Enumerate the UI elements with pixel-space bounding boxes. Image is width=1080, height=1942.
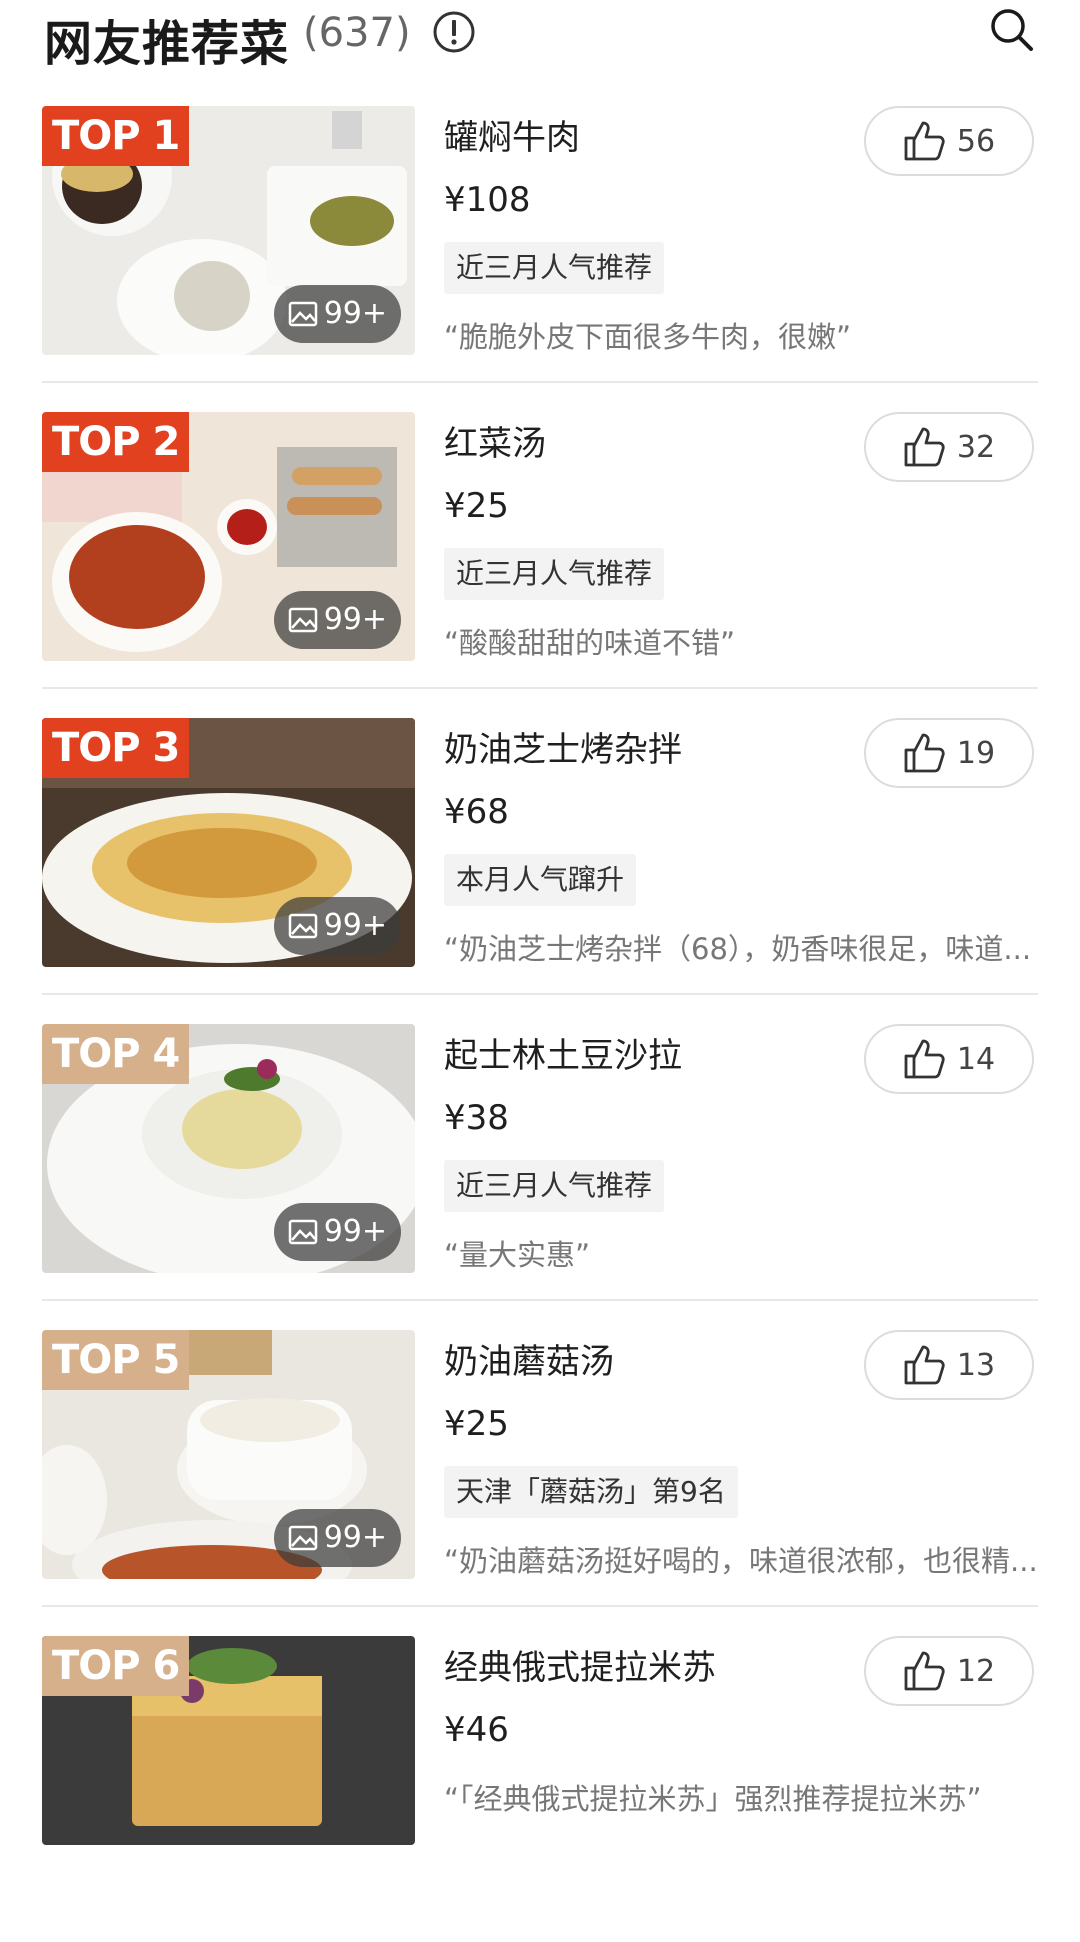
like-button[interactable]: 32 (864, 412, 1034, 482)
dish-review-quote: “奶油蘑菇汤挺好喝的，味道很浓郁，也很精... (444, 1544, 1038, 1578)
image-icon (288, 607, 317, 633)
dish-item[interactable]: TOP 4 99+ 起士林土豆沙拉 ¥38 近三月人气推荐 “量大实惠” 14 (0, 1024, 1080, 1330)
dish-price: ¥68 (444, 792, 509, 832)
like-button[interactable]: 13 (864, 1330, 1034, 1400)
dish-item[interactable]: TOP 2 99+ 红菜汤 ¥25 近三月人气推荐 “酸酸甜甜的味道不错” 32 (0, 412, 1080, 718)
photo-count: 99+ (323, 908, 387, 943)
photo-count-badge: 99+ (273, 1509, 401, 1567)
rank-badge: TOP 4 (42, 1024, 190, 1084)
thumbs-up-icon (904, 427, 945, 467)
dish-photo[interactable]: TOP 3 99+ (42, 718, 415, 967)
dish-name: 红菜汤 (444, 424, 546, 464)
like-count: 13 (956, 1347, 996, 1383)
dish-name: 奶油蘑菇汤 (444, 1342, 614, 1382)
photo-count-badge: 99+ (273, 591, 401, 649)
dish-photo[interactable]: TOP 4 99+ (42, 1024, 415, 1273)
thumbs-up-icon (904, 121, 945, 161)
search-icon[interactable] (988, 6, 1036, 54)
rank-badge: TOP 3 (42, 718, 190, 778)
dish-item[interactable]: TOP 5 99+ 奶油蘑菇汤 ¥25 天津「蘑菇汤」第9名 “奶油蘑菇汤挺好喝… (0, 1330, 1080, 1636)
like-button[interactable]: 12 (864, 1636, 1034, 1706)
image-icon (288, 913, 317, 939)
dish-review-quote: “量大实惠” (444, 1238, 591, 1272)
dish-review-quote: “奶油芝士烤杂拌（68），奶香味很足，味道... (444, 932, 1032, 966)
like-count: 32 (956, 429, 996, 465)
photo-count: 99+ (323, 1214, 387, 1249)
dish-photo[interactable]: TOP 5 99+ (42, 1330, 415, 1579)
like-button[interactable]: 14 (864, 1024, 1034, 1094)
thumbs-up-icon (904, 1039, 945, 1079)
info-icon[interactable] (432, 10, 476, 54)
image-icon (288, 1525, 317, 1551)
dish-item[interactable]: TOP 1 99+ 罐焖牛肉 ¥108 近三月人气推荐 “脆脆外皮下面很多牛肉，… (0, 106, 1080, 412)
dish-tag: 近三月人气推荐 (444, 548, 665, 600)
dish-name: 起士林土豆沙拉 (444, 1036, 682, 1076)
divider (42, 381, 1038, 383)
rank-badge: TOP 6 (42, 1636, 190, 1696)
like-count: 14 (956, 1041, 996, 1077)
photo-count: 99+ (323, 1520, 387, 1555)
divider (42, 1605, 1038, 1607)
dish-price: ¥25 (444, 486, 509, 526)
dish-price: ¥46 (444, 1710, 509, 1750)
divider (42, 993, 1038, 995)
photo-count-badge: 99+ (273, 1203, 401, 1261)
image-icon (288, 301, 317, 327)
dish-tag: 天津「蘑菇汤」第9名 (444, 1466, 738, 1518)
rank-badge: TOP 5 (42, 1330, 190, 1390)
dish-item[interactable]: TOP 6 经典俄式提拉米苏 ¥46 “「经典俄式提拉米苏」强烈推荐提拉米苏” … (0, 1636, 1080, 1942)
thumbs-up-icon (904, 1345, 945, 1385)
dish-photo[interactable]: TOP 1 99+ (42, 106, 415, 355)
like-button[interactable]: 19 (864, 718, 1034, 788)
recommendation-count: (637) (303, 10, 411, 56)
dish-item[interactable]: TOP 3 99+ 奶油芝士烤杂拌 ¥68 本月人气蹿升 “奶油芝士烤杂拌（68… (0, 718, 1080, 1024)
dish-tag: 近三月人气推荐 (444, 242, 665, 294)
rank-badge: TOP 2 (42, 412, 190, 472)
thumbs-up-icon (904, 733, 945, 773)
dish-name: 奶油芝士烤杂拌 (444, 730, 682, 770)
like-count: 56 (956, 123, 996, 159)
photo-count: 99+ (323, 296, 387, 331)
dish-review-quote: “「经典俄式提拉米苏」强烈推荐提拉米苏” (444, 1782, 982, 1816)
dish-price: ¥108 (444, 180, 531, 220)
dish-name: 经典俄式提拉米苏 (444, 1648, 716, 1688)
photo-count: 99+ (323, 602, 387, 637)
thumbs-up-icon (904, 1651, 945, 1691)
dish-price: ¥38 (444, 1098, 509, 1138)
header: 网友推荐菜 (637) (0, 0, 1080, 72)
dish-review-quote: “脆脆外皮下面很多牛肉，很嫩” (444, 320, 852, 354)
dish-tag: 近三月人气推荐 (444, 1160, 665, 1212)
divider (42, 687, 1038, 689)
like-count: 19 (956, 735, 996, 771)
dish-name: 罐焖牛肉 (444, 118, 580, 158)
photo-count-badge: 99+ (273, 897, 401, 955)
rank-badge: TOP 1 (42, 106, 190, 166)
page-title: 网友推荐菜 (44, 16, 290, 72)
dish-photo[interactable]: TOP 2 99+ (42, 412, 415, 661)
dish-photo[interactable]: TOP 6 (42, 1636, 415, 1845)
dish-tag: 本月人气蹿升 (444, 854, 637, 906)
image-icon (288, 1219, 317, 1245)
like-button[interactable]: 56 (864, 106, 1034, 176)
photo-count-badge: 99+ (273, 285, 401, 343)
divider (42, 1299, 1038, 1301)
dish-review-quote: “酸酸甜甜的味道不错” (444, 626, 736, 660)
like-count: 12 (956, 1653, 996, 1689)
dish-price: ¥25 (444, 1404, 509, 1444)
